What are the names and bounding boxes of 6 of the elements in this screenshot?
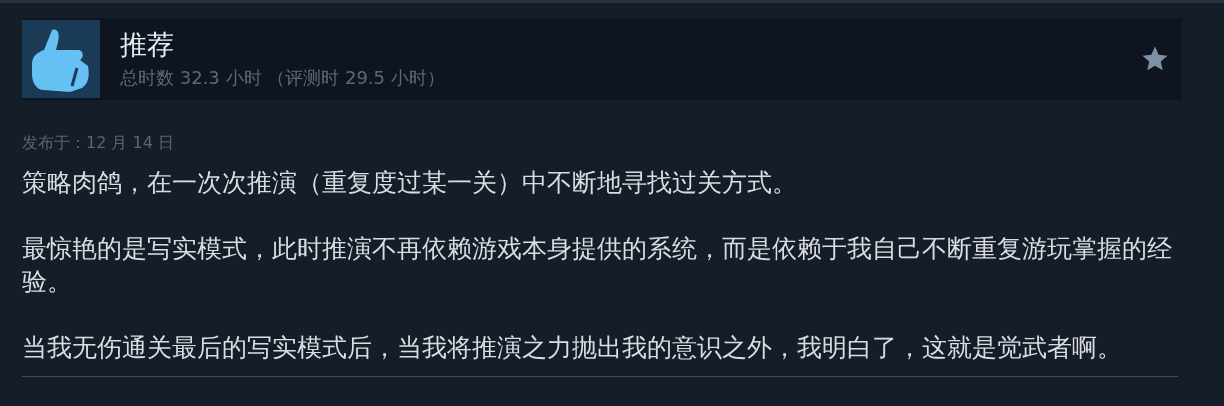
playtime-text: 总时数 32.3 小时 （评测时 29.5 小时）	[120, 66, 446, 90]
review-verdict: 推荐	[120, 28, 175, 62]
review-paragraph: 当我无伤通关最后的写实模式后，当我将推演之力抛出我的意识之外，我明白了，这就是觉武者啊。	[22, 332, 1123, 364]
posted-date: 发布于：12 月 14 日	[22, 132, 175, 154]
review-paragraph: 最惊艳的是写实模式，此时推演不再依赖游戏本身提供的系统，而是依赖于我自己不断重复游玩掌握的经验。	[22, 233, 1173, 298]
review-paragraph: 策略肉鸽，在一次次推演（重复度过某一关）中不断地寻找过关方式。	[22, 167, 798, 199]
